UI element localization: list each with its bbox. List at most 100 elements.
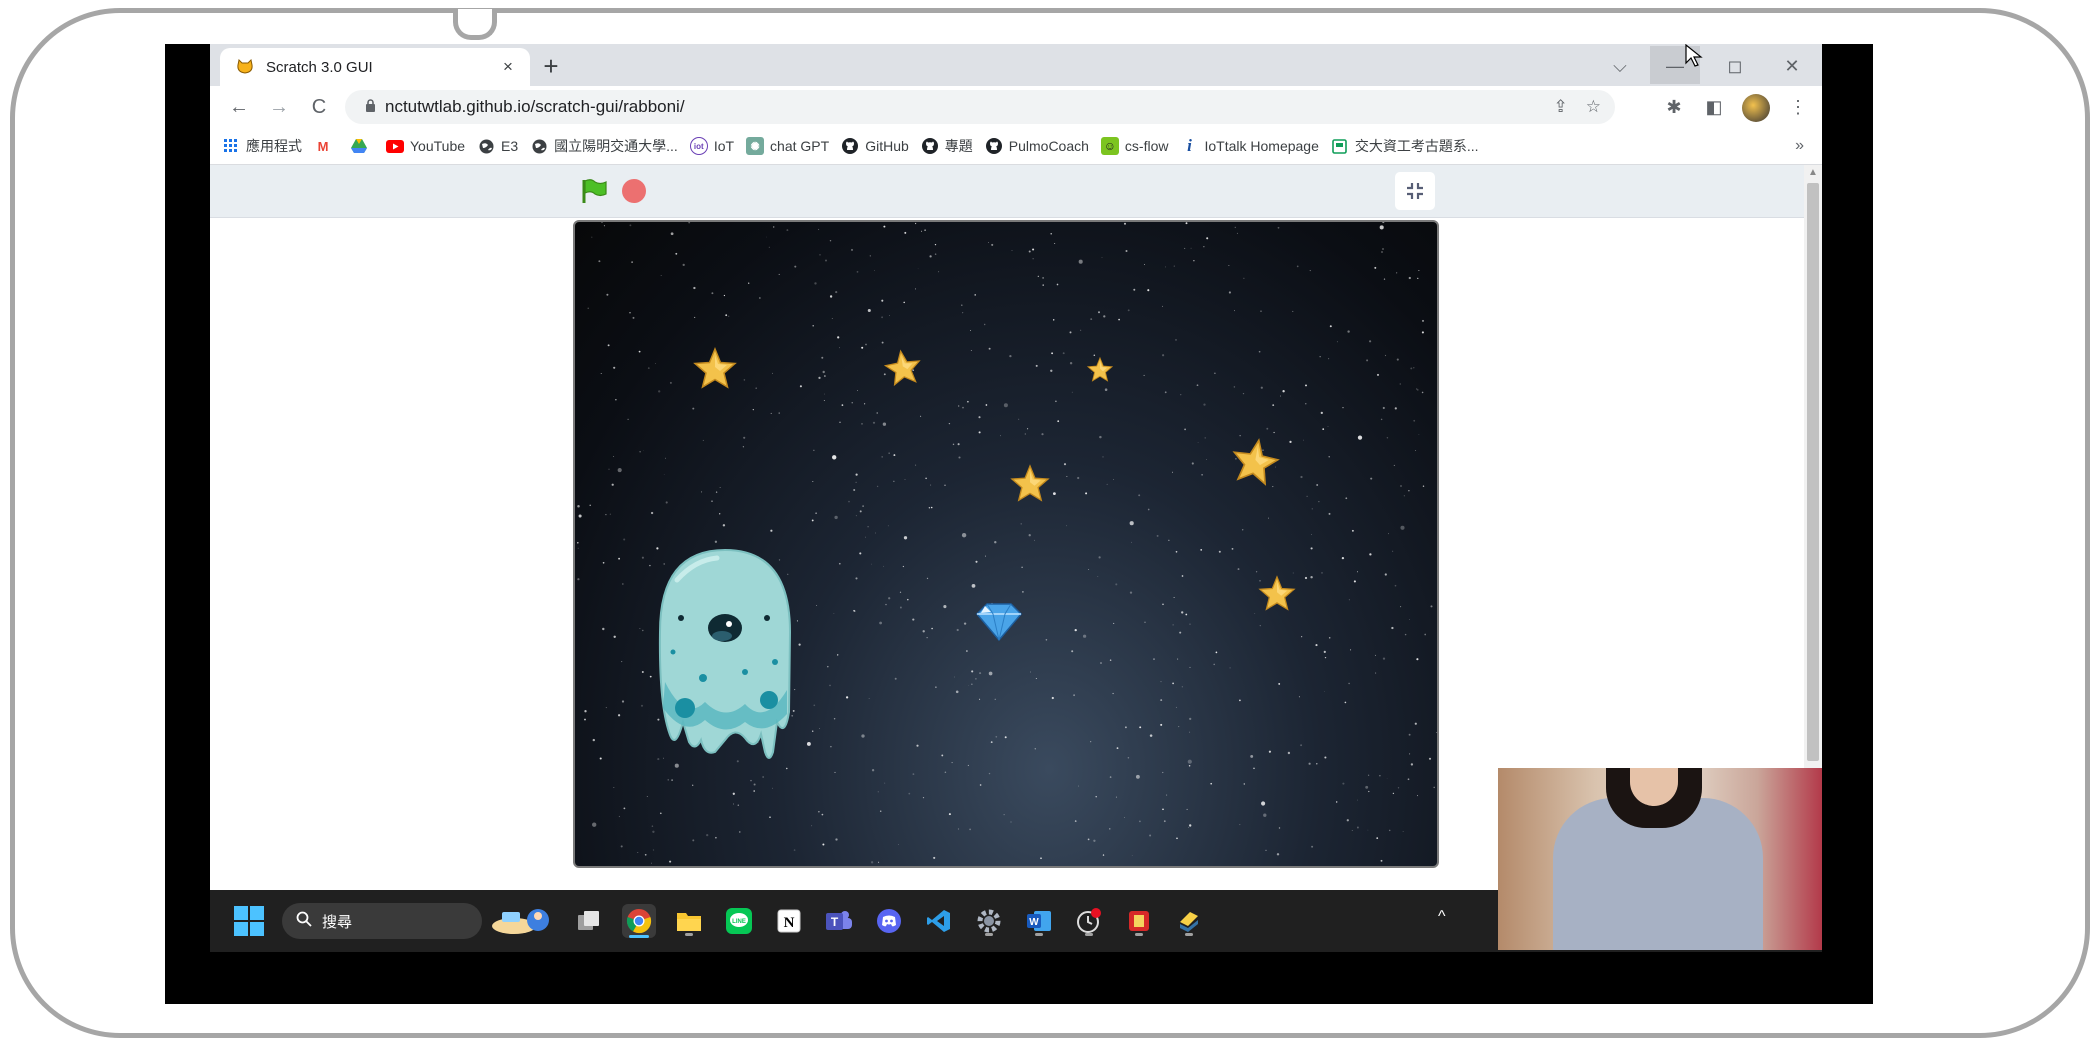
gmail-icon: M bbox=[317, 138, 329, 154]
diamond-sprite bbox=[975, 603, 1023, 642]
forward-button[interactable]: → bbox=[264, 91, 294, 123]
exit-fullscreen-button[interactable] bbox=[1395, 172, 1435, 210]
bookmark-exam-archive[interactable]: 交大資工考古題系... bbox=[1331, 136, 1479, 156]
menu-kebab-icon[interactable]: ⋮ bbox=[1782, 91, 1814, 123]
url-text: nctutwtlab.github.io/scratch-gui/rabboni… bbox=[385, 97, 685, 116]
bookmark-drive[interactable] bbox=[350, 137, 374, 155]
settings-gear-icon[interactable] bbox=[972, 904, 1006, 938]
reload-button[interactable]: C bbox=[304, 91, 334, 123]
notion-icon[interactable]: N bbox=[772, 904, 806, 938]
tab-title: Scratch 3.0 GUI bbox=[266, 58, 373, 76]
scrollbar-thumb[interactable] bbox=[1807, 183, 1819, 761]
star-sprite-3 bbox=[1087, 357, 1113, 382]
file-explorer-icon[interactable] bbox=[672, 904, 706, 938]
task-view-icon[interactable] bbox=[572, 904, 606, 938]
mouse-cursor-icon bbox=[1685, 44, 1703, 75]
svg-text:LINE: LINE bbox=[732, 919, 746, 925]
ghost-sprite bbox=[658, 548, 792, 759]
address-bar[interactable]: nctutwtlab.github.io/scratch-gui/rabboni… bbox=[345, 90, 1615, 124]
star-sprite-1 bbox=[694, 348, 736, 388]
bookmark-e3[interactable]: E3 bbox=[477, 137, 518, 155]
back-button[interactable]: ← bbox=[224, 91, 254, 123]
teams-icon[interactable]: T bbox=[822, 904, 856, 938]
info-icon: i bbox=[1187, 136, 1192, 155]
webcam-overlay bbox=[1498, 768, 1822, 950]
globe-icon bbox=[530, 137, 548, 155]
lock-icon bbox=[355, 99, 385, 115]
word-icon[interactable]: W bbox=[1022, 904, 1056, 938]
obs-recorder-icon[interactable] bbox=[1072, 904, 1106, 938]
scroll-up-icon[interactable]: ▲ bbox=[1804, 165, 1822, 181]
csflow-icon: ☺ bbox=[1100, 137, 1119, 155]
svg-text:T: T bbox=[831, 915, 839, 929]
bookmark-apps[interactable]: 應用程式 bbox=[222, 136, 302, 156]
green-flag-button[interactable] bbox=[580, 178, 608, 204]
github-icon bbox=[985, 137, 1003, 155]
bookmark-chatgpt[interactable]: ✺ chat GPT bbox=[746, 137, 829, 155]
doc-icon bbox=[1331, 137, 1349, 155]
bookmark-project[interactable]: 專題 bbox=[921, 136, 973, 156]
bookmark-iottalk[interactable]: i IoTtalk Homepage bbox=[1180, 136, 1319, 155]
frame-notch bbox=[453, 9, 497, 40]
tab-bar: Scratch 3.0 GUI × + ⌵ — ◻ ✕ bbox=[210, 44, 1822, 86]
bookmark-nycu[interactable]: 國立陽明交通大學... bbox=[530, 136, 678, 156]
bookmark-csflow[interactable]: ☺ cs-flow bbox=[1100, 137, 1168, 155]
github-icon bbox=[841, 137, 859, 155]
running-indicator bbox=[985, 933, 993, 936]
bookmarks-overflow-button[interactable]: » bbox=[1795, 128, 1804, 164]
globe-icon bbox=[477, 137, 495, 155]
youtube-icon bbox=[386, 137, 404, 155]
running-indicator bbox=[685, 933, 693, 936]
chatgpt-icon: ✺ bbox=[746, 137, 765, 155]
side-panel-icon[interactable]: ◧ bbox=[1698, 91, 1730, 123]
line-app-icon[interactable]: LINE bbox=[722, 904, 756, 938]
bookmark-gmail[interactable]: M bbox=[314, 137, 338, 155]
search-highlight-icon[interactable] bbox=[490, 904, 560, 938]
address-toolbar: ← → C nctutwtlab.github.io/scratch-gui/r… bbox=[210, 86, 1822, 128]
bookmark-star-icon[interactable]: ☆ bbox=[1586, 97, 1601, 117]
chrome-taskbar-icon[interactable] bbox=[622, 904, 656, 938]
bookmark-github[interactable]: GitHub bbox=[841, 137, 909, 155]
bookmark-pulmocoach[interactable]: PulmoCoach bbox=[985, 137, 1089, 155]
bookmarks-bar: 應用程式 M YouTube E3 國立陽明交通大學... iot IoT ✺ ch… bbox=[210, 128, 1822, 165]
tray-overflow-icon[interactable]: ^ bbox=[1438, 908, 1446, 926]
svg-text:N: N bbox=[784, 915, 795, 931]
extensions-puzzle-icon[interactable]: ✱ bbox=[1658, 91, 1690, 123]
tab-close-icon[interactable]: × bbox=[496, 57, 520, 77]
bookmark-iot[interactable]: iot IoT bbox=[689, 137, 734, 155]
drive-icon bbox=[350, 137, 368, 155]
python-idle-icon[interactable] bbox=[1172, 904, 1206, 938]
stop-button[interactable] bbox=[622, 179, 646, 203]
windows-start-icon[interactable] bbox=[234, 906, 264, 936]
star-sprite-6 bbox=[1259, 576, 1295, 610]
star-sprite-2 bbox=[883, 348, 923, 387]
svg-text:W: W bbox=[1029, 917, 1039, 928]
github-icon bbox=[921, 137, 939, 155]
tab-scratch[interactable]: Scratch 3.0 GUI × bbox=[220, 48, 530, 86]
discord-icon[interactable] bbox=[872, 904, 906, 938]
omnibox-actions: ⇪ ☆ bbox=[1554, 90, 1602, 124]
stage-header bbox=[210, 165, 1804, 218]
tab-search-dropdown-icon[interactable]: ⌵ bbox=[1600, 50, 1640, 82]
book-app-icon[interactable] bbox=[1122, 904, 1156, 938]
close-window-button[interactable]: ✕ bbox=[1772, 50, 1812, 82]
running-indicator bbox=[1185, 933, 1193, 936]
taskbar-search-label: 搜尋 bbox=[322, 913, 353, 931]
restore-button[interactable]: ◻ bbox=[1715, 50, 1755, 82]
share-icon[interactable]: ⇪ bbox=[1554, 97, 1568, 117]
star-sprite-4 bbox=[1011, 465, 1049, 501]
scratch-stage[interactable] bbox=[573, 220, 1439, 868]
running-indicator bbox=[1085, 933, 1093, 936]
search-icon bbox=[296, 911, 312, 932]
vscode-icon[interactable] bbox=[922, 904, 956, 938]
iot-icon: iot bbox=[689, 137, 708, 155]
active-indicator bbox=[629, 935, 649, 938]
new-tab-button[interactable]: + bbox=[535, 50, 567, 82]
bookmark-youtube[interactable]: YouTube bbox=[386, 137, 465, 155]
apps-grid-icon bbox=[222, 137, 240, 155]
profile-avatar[interactable] bbox=[1742, 94, 1770, 122]
running-indicator bbox=[1035, 933, 1043, 936]
scratch-cat-icon bbox=[236, 58, 254, 76]
stage-sprites bbox=[658, 348, 1295, 759]
taskbar-search[interactable]: 搜尋 bbox=[282, 903, 482, 939]
